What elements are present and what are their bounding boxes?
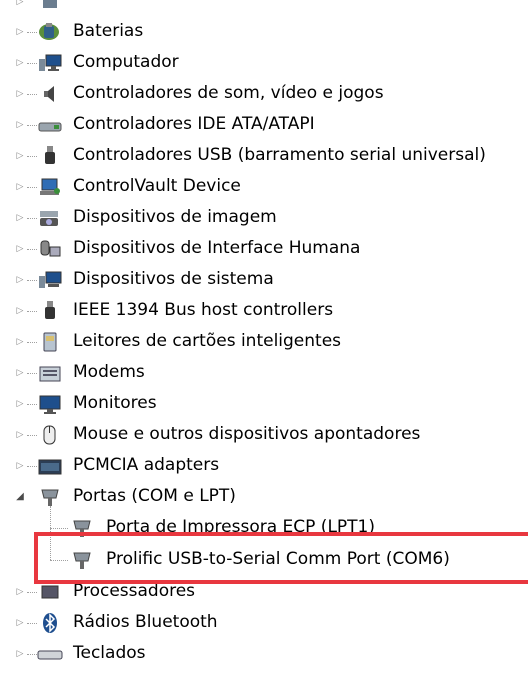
expand-arrow-icon[interactable]: ▷ (14, 647, 26, 661)
camera-icon (36, 206, 64, 230)
tree-item-label: ControlVault Device (73, 176, 241, 196)
tree-item-label: Controladores IDE ATA/ATAPI (73, 114, 315, 134)
expand-arrow-icon[interactable]: ▷ (14, 56, 26, 70)
expand-arrow-icon[interactable]: ▷ (14, 585, 26, 599)
keyboard-icon (36, 642, 64, 666)
controlvault-icon (36, 175, 64, 199)
tree-connector (50, 528, 68, 529)
expand-arrow-icon[interactable]: ▷ (14, 304, 26, 318)
mouse-icon (36, 423, 64, 447)
tree-item-label: Controladores USB (barramento serial uni… (73, 145, 486, 165)
device-manager-tree: ▷ ▷ Baterias ▷ Computador ▷ Controladore… (0, 0, 528, 680)
system-device-icon (36, 268, 64, 292)
tree-item-label: Baterias (73, 21, 144, 41)
monitor-icon (36, 392, 64, 416)
expand-arrow-icon[interactable]: ▷ (14, 242, 26, 256)
bluetooth-icon (36, 611, 64, 635)
tree-item-label: Modems (73, 362, 145, 382)
expand-arrow-icon[interactable]: ▷ (14, 118, 26, 132)
expand-arrow-icon[interactable]: ▷ (14, 180, 26, 194)
modem-icon (36, 361, 64, 385)
highlight-box (34, 532, 528, 584)
expand-arrow-icon[interactable]: ▷ (14, 459, 26, 473)
smartcard-reader-icon (36, 330, 64, 354)
usb-plug-icon (36, 144, 64, 168)
tree-item-label: Dispositivos de Interface Humana (73, 238, 361, 258)
tree-item-label: IEEE 1394 Bus host controllers (73, 300, 334, 320)
collapse-arrow-icon[interactable]: ◢ (14, 490, 26, 504)
tree-item-label: Computador (73, 52, 179, 72)
tree-item-label: Dispositivos de sistema (73, 269, 274, 289)
expand-arrow-icon[interactable]: ▷ (14, 0, 26, 9)
expand-arrow-icon[interactable]: ▷ (14, 428, 26, 442)
tree-item-label: Portas (COM e LPT) (73, 486, 236, 506)
tree-item-label: Mouse e outros dispositivos apontadores (73, 424, 421, 444)
tree-item-label: PCMCIA adapters (73, 455, 220, 475)
hid-icon (36, 237, 64, 261)
tree-item-label: Dispositivos de imagem (73, 207, 277, 227)
expand-arrow-icon[interactable]: ▷ (14, 616, 26, 630)
tree-item-label: Teclados (73, 643, 146, 663)
firewire-icon (36, 299, 64, 323)
computer-icon (36, 51, 64, 75)
ide-controller-icon (36, 113, 64, 137)
expand-arrow-icon[interactable]: ▷ (14, 273, 26, 287)
tree-item-label: Monitores (73, 393, 157, 413)
tree-item-label: Controladores de som, vídeo e jogos (73, 83, 384, 103)
expand-arrow-icon[interactable]: ▷ (14, 25, 26, 39)
expand-arrow-icon[interactable]: ▷ (14, 211, 26, 225)
speaker-icon (36, 82, 64, 106)
expand-arrow-icon[interactable]: ▷ (14, 366, 26, 380)
device-icon (36, 0, 64, 14)
expand-arrow-icon[interactable]: ▷ (14, 335, 26, 349)
tree-item-label: Rádios Bluetooth (73, 612, 218, 632)
pcmcia-icon (36, 454, 64, 478)
battery-icon (36, 20, 64, 44)
port-icon (36, 485, 64, 509)
expand-arrow-icon[interactable]: ▷ (14, 87, 26, 101)
expand-arrow-icon[interactable]: ▷ (14, 149, 26, 163)
tree-item-label: Leitores de cartões inteligentes (73, 331, 342, 351)
expand-arrow-icon[interactable]: ▷ (14, 397, 26, 411)
